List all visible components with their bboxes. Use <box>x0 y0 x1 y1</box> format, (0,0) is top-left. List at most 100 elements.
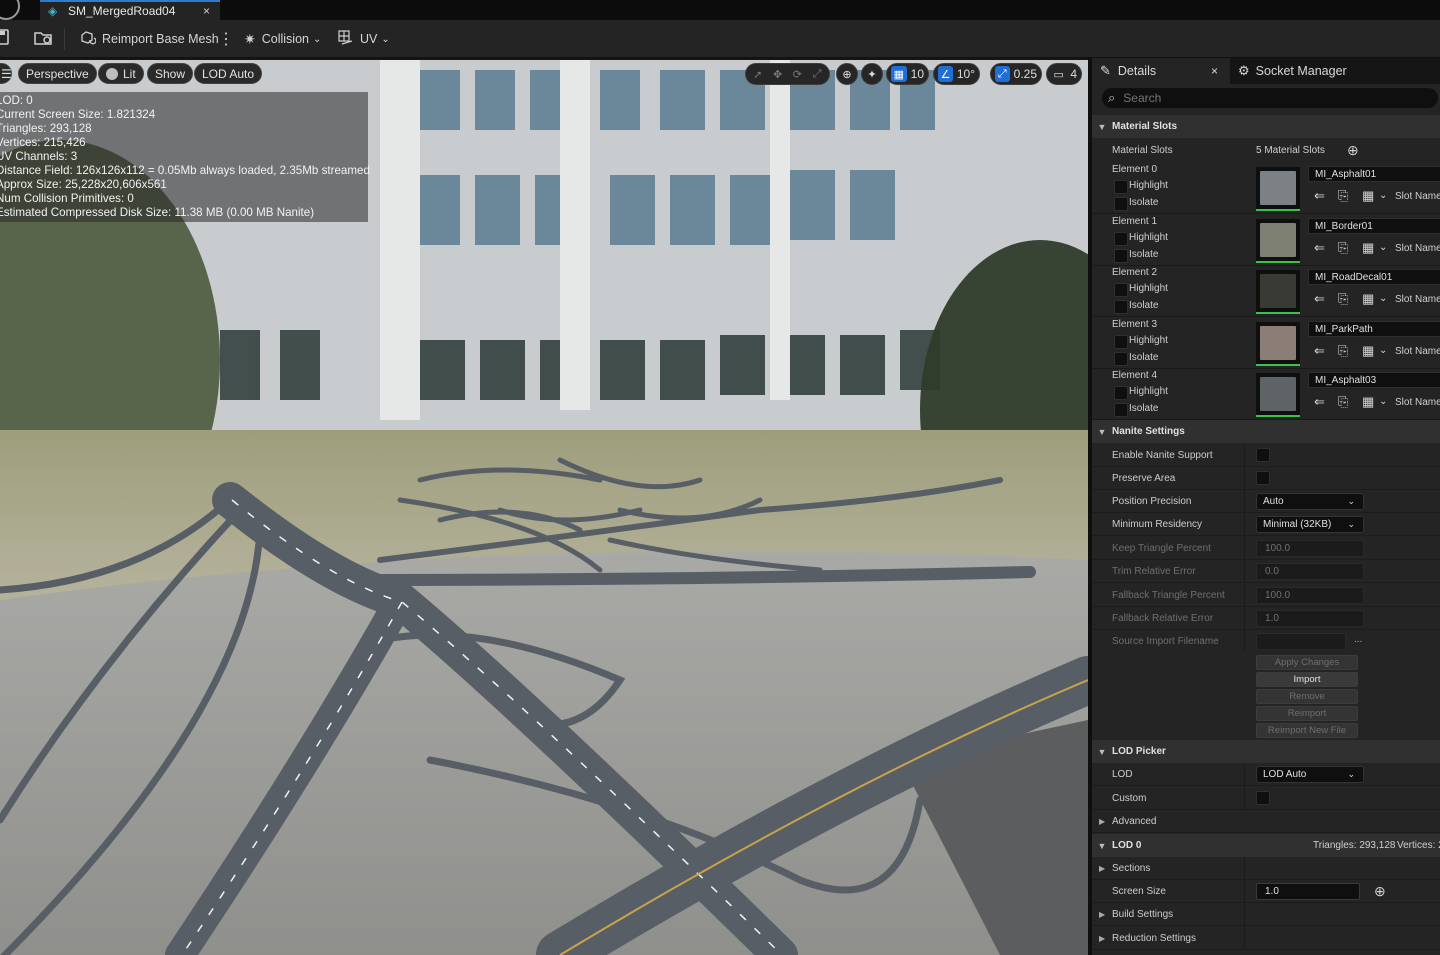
material-options-icon[interactable]: ▦ <box>1362 188 1374 204</box>
more-options-button[interactable]: ⋮ <box>218 27 234 51</box>
scale-snap-control[interactable]: ⤢ 0.25 <box>990 63 1042 85</box>
apply-changes-button[interactable]: Apply Changes <box>1256 655 1358 670</box>
material-name-field[interactable]: MI_RoadDecal01 <box>1308 269 1440 285</box>
add-icon[interactable]: ⊕ <box>1374 883 1386 900</box>
select-icon[interactable]: ➚ <box>750 66 766 82</box>
show-button[interactable]: Show <box>147 63 194 84</box>
import-button[interactable]: Import <box>1256 672 1358 687</box>
material-options-icon[interactable]: ▦ <box>1362 343 1374 359</box>
asset-tab[interactable]: ◈ SM_MergedRoad04 × <box>40 0 220 20</box>
material-name-field[interactable]: MI_ParkPath <box>1308 321 1440 337</box>
browse-file-button[interactable]: ... <box>1354 634 1362 645</box>
trim-relative-error-input[interactable]: 0.0 <box>1256 563 1364 580</box>
browse-icon[interactable] <box>34 30 54 50</box>
surface-snap-toggle[interactable]: ✦ <box>861 63 883 85</box>
highlight-checkbox[interactable] <box>1114 335 1128 349</box>
fallback-triangle-input[interactable]: 100.0 <box>1256 587 1364 604</box>
remove-button[interactable]: Remove <box>1256 689 1358 704</box>
preserve-area-checkbox[interactable] <box>1256 471 1270 485</box>
grid-snap-control[interactable]: ▦ 10 <box>886 63 929 85</box>
build-settings-row[interactable]: ▶ Build Settings <box>1092 903 1440 926</box>
tab-socket-manager[interactable]: ⚙ Socket Manager <box>1238 58 1398 84</box>
world-local-toggle[interactable]: ⊕ <box>836 63 858 85</box>
use-selected-icon[interactable]: ⇐ <box>1314 188 1325 204</box>
scale-icon[interactable]: ⤢ <box>809 66 825 82</box>
minimum-residency-dropdown[interactable]: Minimal (32KB) ⌄ <box>1256 516 1364 533</box>
chevron-down-icon[interactable]: ⌄ <box>1379 190 1387 201</box>
translate-icon[interactable]: ✥ <box>770 66 786 82</box>
isolate-label: Isolate <box>1129 403 1159 414</box>
lod0-header[interactable]: ▼ LOD 0 Triangles: 293,128 Vertices: 2 <box>1092 834 1440 857</box>
fallback-relative-error-input[interactable]: 1.0 <box>1256 610 1364 627</box>
material-thumbnail[interactable] <box>1256 373 1300 417</box>
lod-dropdown[interactable]: LOD Auto ⌄ <box>1256 766 1364 783</box>
browse-icon[interactable]: ⎘ <box>1338 188 1348 204</box>
isolate-checkbox[interactable] <box>1114 300 1128 314</box>
rotate-icon[interactable]: ⟳ <box>790 66 806 82</box>
material-options-icon[interactable]: ▦ <box>1362 240 1374 256</box>
lod-picker-header-label: LOD Picker <box>1112 746 1166 757</box>
sections-row[interactable]: ▶ Sections <box>1092 857 1440 880</box>
reimport-button[interactable]: Reimport <box>1256 706 1358 721</box>
collision-menu-button[interactable]: ✷ Collision ⌄ <box>244 27 321 51</box>
material-thumbnail[interactable] <box>1256 322 1300 366</box>
lit-button[interactable]: Lit <box>98 63 144 84</box>
chevron-down-icon[interactable]: ⌄ <box>1379 242 1387 253</box>
material-thumbnail[interactable] <box>1256 219 1300 263</box>
add-slot-icon[interactable]: ⊕ <box>1347 142 1359 159</box>
highlight-checkbox[interactable] <box>1114 283 1128 297</box>
material-slots-header[interactable]: ▼ Material Slots <box>1092 115 1440 138</box>
reimport-base-mesh-button[interactable]: Reimport Base Mesh <box>80 27 219 51</box>
search-input[interactable] <box>1123 91 1414 105</box>
chevron-down-icon[interactable]: ⌄ <box>1379 396 1387 407</box>
uv-grid-icon <box>338 29 354 49</box>
material-thumbnail[interactable] <box>1256 167 1300 211</box>
close-icon[interactable]: × <box>1211 64 1218 78</box>
material-name-field[interactable]: MI_Asphalt01 <box>1308 166 1440 182</box>
position-precision-dropdown[interactable]: Auto ⌄ <box>1256 493 1364 510</box>
engine-logo[interactable] <box>0 0 20 20</box>
material-options-icon[interactable]: ▦ <box>1362 291 1374 307</box>
screen-size-input[interactable]: 1.0 <box>1256 883 1360 900</box>
chevron-down-icon[interactable]: ⌄ <box>1379 345 1387 356</box>
material-name-field[interactable]: MI_Asphalt03 <box>1308 372 1440 388</box>
uv-menu-button[interactable]: UV ⌄ <box>338 27 390 51</box>
keep-triangle-input[interactable]: 100.0 <box>1256 540 1364 557</box>
enable-nanite-checkbox[interactable] <box>1256 448 1270 462</box>
reduction-settings-row[interactable]: ▶ Reduction Settings <box>1092 927 1440 950</box>
nanite-settings-header[interactable]: ▼ Nanite Settings <box>1092 420 1440 443</box>
camera-speed-control[interactable]: ▭ 4 <box>1046 63 1082 85</box>
advanced-row[interactable]: ▶ Advanced <box>1092 810 1440 833</box>
save-icon[interactable] <box>0 29 10 49</box>
perspective-button[interactable]: Perspective <box>18 63 97 84</box>
browse-icon[interactable]: ⎘ <box>1338 394 1348 410</box>
material-name-field[interactable]: MI_Border01 <box>1308 218 1440 234</box>
lod-picker-header[interactable]: ▼ LOD Picker <box>1092 740 1440 763</box>
lod-auto-button[interactable]: LOD Auto <box>194 63 263 84</box>
close-icon[interactable]: × <box>203 4 210 18</box>
highlight-checkbox[interactable] <box>1114 386 1128 400</box>
browse-icon[interactable]: ⎘ <box>1338 343 1348 359</box>
material-thumbnail[interactable] <box>1256 270 1300 314</box>
use-selected-icon[interactable]: ⇐ <box>1314 291 1325 307</box>
viewport[interactable]: ☰ Perspective Lit Show LOD Auto ➚ ✥ ⟳ ⤢ … <box>0 60 1088 955</box>
isolate-checkbox[interactable] <box>1114 197 1128 211</box>
rotation-snap-control[interactable]: ∠ 10° <box>933 63 980 85</box>
source-import-input[interactable] <box>1256 633 1346 650</box>
isolate-checkbox[interactable] <box>1114 403 1128 417</box>
use-selected-icon[interactable]: ⇐ <box>1314 343 1325 359</box>
isolate-checkbox[interactable] <box>1114 249 1128 263</box>
material-options-icon[interactable]: ▦ <box>1362 394 1374 410</box>
chevron-down-icon[interactable]: ⌄ <box>1379 293 1387 304</box>
highlight-checkbox[interactable] <box>1114 180 1128 194</box>
use-selected-icon[interactable]: ⇐ <box>1314 240 1325 256</box>
browse-icon[interactable]: ⎘ <box>1338 291 1348 307</box>
highlight-checkbox[interactable] <box>1114 232 1128 246</box>
lod0-triangles: Triangles: 293,128 <box>1313 840 1396 851</box>
reimport-new-file-button[interactable]: Reimport New File <box>1256 723 1358 738</box>
browse-icon[interactable]: ⎘ <box>1338 240 1348 256</box>
isolate-checkbox[interactable] <box>1114 352 1128 366</box>
use-selected-icon[interactable]: ⇐ <box>1314 394 1325 410</box>
tab-details[interactable]: ✎ Details × <box>1092 58 1230 84</box>
custom-checkbox[interactable] <box>1256 791 1270 805</box>
